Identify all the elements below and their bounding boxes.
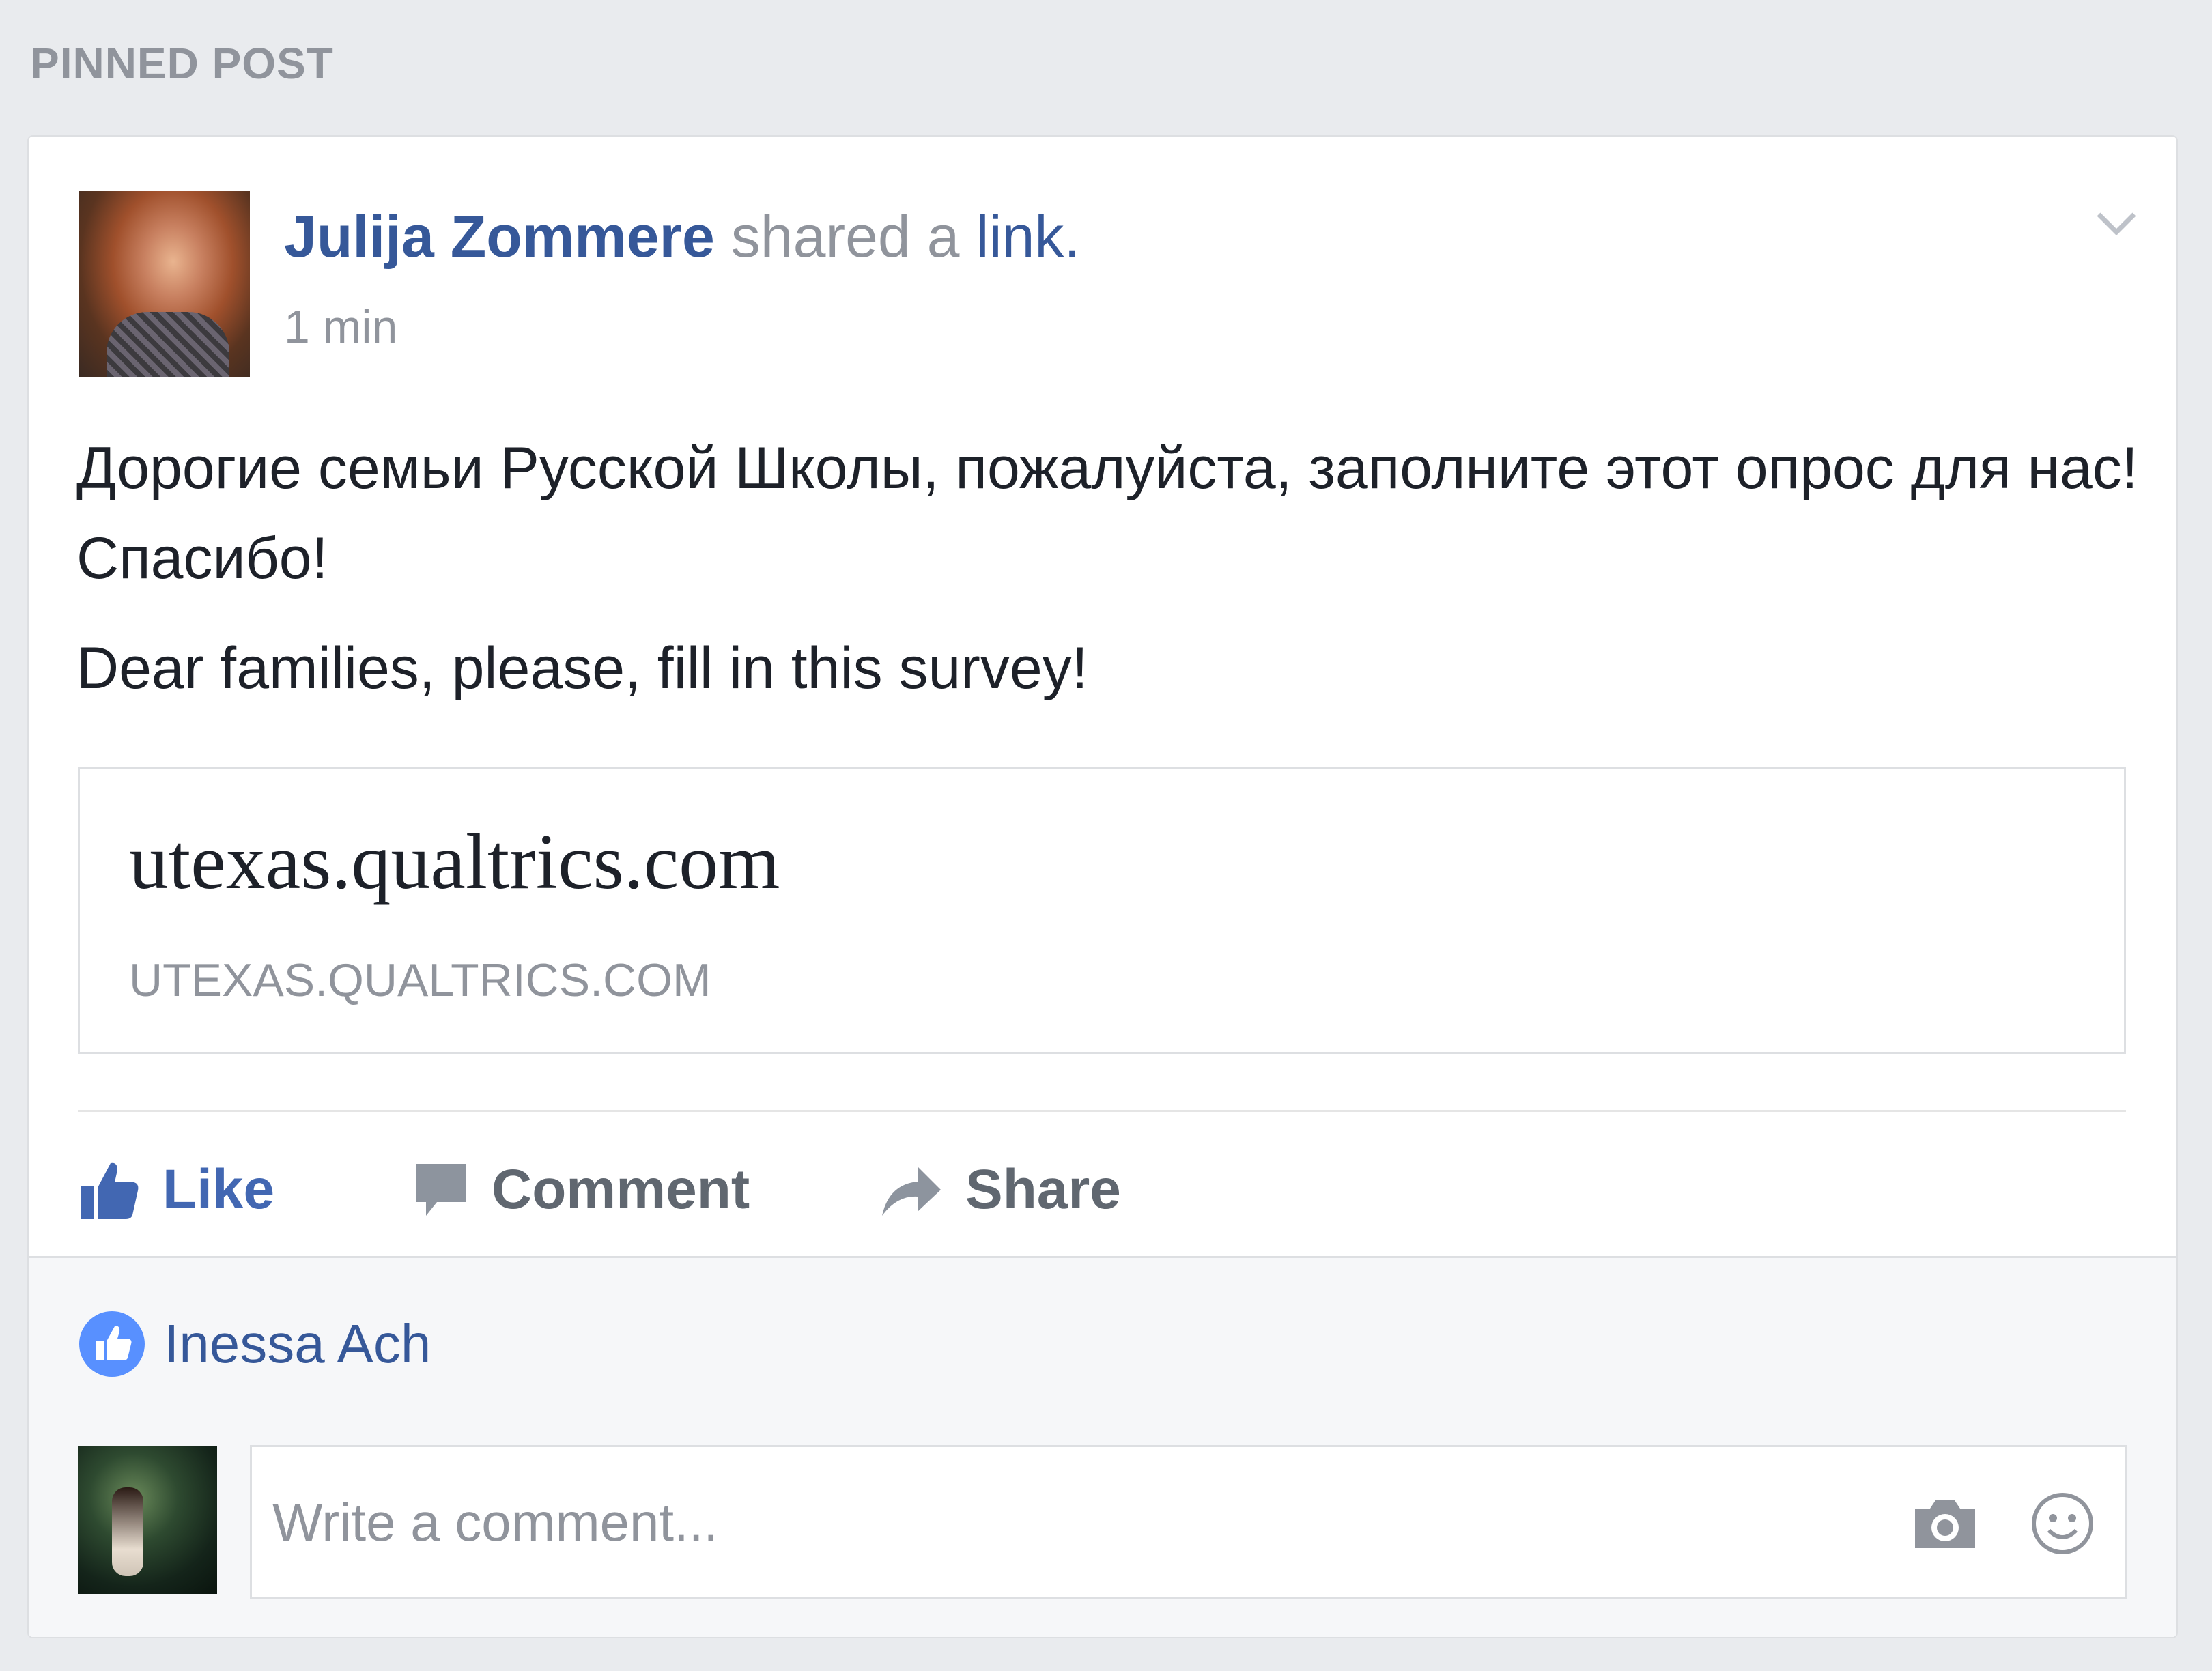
- post-timestamp[interactable]: 1 min: [284, 300, 397, 354]
- divider: [78, 1110, 2126, 1112]
- camera-icon[interactable]: [1911, 1495, 1979, 1552]
- shared-link-word[interactable]: link.: [976, 204, 1080, 270]
- liker-name[interactable]: Inessa Ach: [164, 1313, 431, 1375]
- current-user-avatar: [78, 1446, 217, 1594]
- post-text-en: Dear families, please, fill in this surv…: [76, 635, 1088, 701]
- share-label: Share: [965, 1158, 1121, 1220]
- link-preview-domain: UTEXAS.QUALTRICS.COM: [129, 954, 711, 1006]
- author-name-link[interactable]: Julija Zommere: [284, 204, 715, 270]
- thumbs-up-icon: [81, 1162, 139, 1219]
- reaction-summary[interactable]: Inessa Ach: [78, 1310, 431, 1378]
- action-text: shared a: [731, 204, 960, 270]
- smiley-icon[interactable]: [2030, 1491, 2095, 1556]
- post-text-ru: Дорогие семьи Русской Школы, пожалуйста,…: [76, 435, 2138, 591]
- comment-label: Comment: [492, 1158, 750, 1220]
- pinned-post-label: PINNED POST: [30, 39, 334, 88]
- like-label: Like: [162, 1158, 275, 1220]
- link-preview[interactable]: utexas.qualtrics.com UTEXAS.QUALTRICS.CO…: [78, 767, 2126, 1054]
- post-headline: Julija Zommere shared a link.: [284, 203, 1080, 271]
- comment-composer[interactable]: [250, 1445, 2127, 1599]
- link-preview-title[interactable]: utexas.qualtrics.com: [129, 817, 780, 908]
- comment-button[interactable]: Comment: [414, 1152, 750, 1227]
- comment-input[interactable]: [272, 1481, 1843, 1563]
- post-card: Julija Zommere shared a link. 1 min Доро…: [27, 135, 2178, 1638]
- share-arrow-icon: [882, 1167, 941, 1216]
- author-avatar[interactable]: [79, 191, 250, 377]
- comments-section: Inessa Ach: [29, 1256, 2176, 1637]
- share-button[interactable]: Share: [879, 1152, 1121, 1227]
- like-button[interactable]: Like: [79, 1152, 274, 1227]
- speech-bubble-icon: [416, 1164, 466, 1216]
- chevron-down-icon[interactable]: [2089, 197, 2144, 251]
- like-reaction-icon: [79, 1311, 145, 1377]
